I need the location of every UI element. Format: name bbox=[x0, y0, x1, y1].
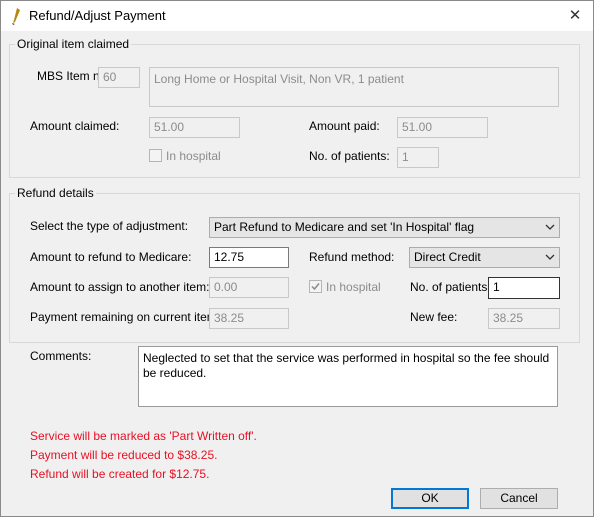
app-icon bbox=[12, 8, 20, 25]
amount-paid-field[interactable]: 51.00 bbox=[397, 117, 488, 138]
refund-in-hospital-label: In hospital bbox=[326, 280, 381, 294]
original-item-legend: Original item claimed bbox=[15, 37, 132, 51]
refund-method-select[interactable]: Direct Credit bbox=[409, 247, 560, 268]
chevron-down-icon bbox=[545, 254, 555, 260]
original-in-hospital-checkbox[interactable]: In hospital bbox=[149, 149, 221, 163]
status-message: Service will be marked as 'Part Written … bbox=[30, 429, 257, 443]
mbs-item-field[interactable]: 60 bbox=[98, 67, 140, 88]
amount-claimed-field[interactable]: 51.00 bbox=[149, 117, 240, 138]
refund-details-legend: Refund details bbox=[15, 186, 96, 200]
original-patients-label: No. of patients: bbox=[309, 149, 390, 163]
adjustment-type-select[interactable]: Part Refund to Medicare and set 'In Hosp… bbox=[209, 217, 560, 238]
ok-button[interactable]: OK bbox=[391, 488, 469, 509]
original-in-hospital-label: In hospital bbox=[166, 149, 221, 163]
refund-in-hospital-checkbox[interactable]: In hospital bbox=[309, 280, 381, 294]
chevron-down-icon bbox=[545, 224, 555, 230]
checkbox-box bbox=[309, 280, 322, 293]
adjustment-type-value: Part Refund to Medicare and set 'In Hosp… bbox=[214, 220, 475, 234]
original-item-group bbox=[9, 44, 580, 178]
refund-patients-label: No. of patients: bbox=[410, 280, 491, 294]
amount-paid-label: Amount paid: bbox=[309, 119, 380, 133]
adjustment-type-label: Select the type of adjustment: bbox=[30, 219, 189, 233]
original-patients-field[interactable]: 1 bbox=[397, 147, 439, 168]
remaining-payment-label: Payment remaining on current item: bbox=[30, 310, 221, 324]
refund-method-label: Refund method: bbox=[309, 250, 395, 264]
assign-amount-label: Amount to assign to another item: bbox=[30, 280, 210, 294]
title-bar: Refund/Adjust Payment ✕ bbox=[1, 1, 593, 31]
item-description-field[interactable]: Long Home or Hospital Visit, Non VR, 1 p… bbox=[149, 67, 559, 107]
comments-label: Comments: bbox=[30, 349, 92, 363]
comments-textarea[interactable]: Neglected to set that the service was pe… bbox=[138, 346, 558, 407]
refund-amount-label: Amount to refund to Medicare: bbox=[30, 250, 192, 264]
new-fee-label: New fee: bbox=[410, 310, 458, 324]
refund-adjust-dialog: Refund/Adjust Payment ✕ Original item cl… bbox=[0, 0, 594, 517]
checkbox-box bbox=[149, 149, 162, 162]
window-title: Refund/Adjust Payment bbox=[29, 8, 166, 23]
refund-patients-field[interactable]: 1 bbox=[488, 277, 560, 299]
refund-amount-field[interactable]: 12.75 bbox=[209, 247, 289, 268]
status-message: Payment will be reduced to $38.25. bbox=[30, 448, 218, 462]
refund-method-value: Direct Credit bbox=[414, 250, 481, 264]
new-fee-field[interactable]: 38.25 bbox=[488, 308, 560, 329]
checkmark-icon bbox=[311, 283, 320, 291]
close-icon[interactable]: ✕ bbox=[557, 1, 593, 31]
amount-claimed-label: Amount claimed: bbox=[30, 119, 120, 133]
status-message: Refund will be created for $12.75. bbox=[30, 467, 210, 481]
assign-amount-field[interactable]: 0.00 bbox=[209, 277, 289, 298]
remaining-payment-field[interactable]: 38.25 bbox=[209, 308, 289, 329]
cancel-button[interactable]: Cancel bbox=[480, 488, 558, 509]
